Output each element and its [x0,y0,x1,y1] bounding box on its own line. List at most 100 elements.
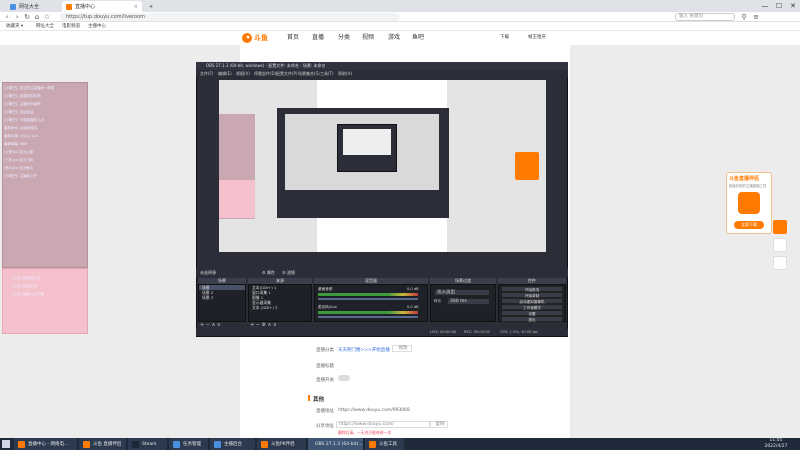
obs-menu-help[interactable]: 帮助(H) [338,70,352,77]
mixer-channel-name: 桌面音频 [318,287,333,291]
exit-button[interactable]: 退出 [501,316,563,322]
nav-live[interactable]: 直播 [312,31,324,45]
add-icon[interactable]: + [250,322,254,328]
source-toolbar: + − ⚙ ∧ ∨ [248,322,312,328]
nav-video[interactable]: 视频 [362,31,374,45]
obs-menu-file[interactable]: 文件(F) [200,70,213,77]
taskbar-clock[interactable]: 11:05 2022/4/27 [756,438,796,450]
modify-category-button[interactable]: 修改 [392,345,412,352]
nav-home[interactable]: 首页 [287,31,299,45]
taskbar-item-label: 直播中心 - 网络电... [28,442,69,447]
tab-nav-directory[interactable]: 网址大全 [6,1,43,12]
back-icon[interactable]: ‹ [3,12,11,22]
duration-input[interactable]: 300 ms [447,298,490,305]
remove-icon[interactable]: − [206,322,210,328]
down-icon[interactable]: ∨ [217,322,221,328]
user-name[interactable]: 帧王哈庆 [528,31,546,45]
taskbar-item[interactable]: 任务管理 [169,438,209,450]
danmaku-line: 最新粉丝: 欢迎新朋友 [4,126,38,130]
danmaku-line: [鱼丸]xx 送出鱼丸 [4,166,33,170]
close-window-button[interactable]: ✕ [786,0,800,12]
taskbar-item[interactable]: 斗鱼工具 [365,438,405,450]
minimize-button[interactable]: — [758,0,772,12]
sidebar-service-icon[interactable] [773,220,787,234]
add-icon[interactable]: + [200,322,204,328]
section-title: 其他 [313,397,325,403]
obs-title-bar[interactable]: OBS 27.1.3 (64-bit, windows) - 配置文件: 未命名… [196,62,568,70]
refresh-icon[interactable]: ↻ [23,12,31,22]
download-link[interactable]: 下载 [500,31,509,45]
source-item[interactable]: 文本 (GDI+) 2 [249,305,311,310]
app-icon [261,440,268,448]
home-icon[interactable]: ⌂ [33,12,41,22]
danmaku-line: [小尾巴]: 主播好厉害啊 [4,102,41,106]
up-icon[interactable]: ∧ [212,322,216,328]
bookmark-favorites[interactable]: 收藏夹 ▾ [6,23,23,30]
share-label: 分享地址 [316,424,334,429]
taskbar-item[interactable]: Steam [128,438,168,450]
taskbar-item[interactable]: 斗鱼PK伴侣 [257,438,307,450]
bookmark-directory[interactable]: 网址大全 [36,23,54,30]
obs-menu-scene-collection[interactable]: 场景集合(S) [298,70,320,77]
danmaku-line: [飞机]xx 送出飞机 [4,158,33,162]
maximize-button[interactable]: ☐ [772,0,786,12]
browser-nav-bar: ‹ › ↻ ⌂ ☆ https://tup.douyu.com/liveroom… [0,12,800,22]
gear-icon[interactable]: ⚙ [262,322,266,328]
mixer-panel: 桌面音频 0.0 dB 麦克风/Aux 0.0 dB [314,284,428,322]
windows-start-icon[interactable] [2,440,10,448]
promo-card[interactable]: 斗鱼直播伴侣 超级好用的主播直播工具 立即下载 [726,172,772,234]
taskbar-item-label: Steam [142,441,157,447]
mixer-volume-slider[interactable] [318,298,418,300]
nav-category[interactable]: 分类 [338,31,350,45]
mixer-volume-slider[interactable] [318,316,418,318]
douyu-logo[interactable]: 斗鱼 [240,31,276,45]
taskbar-item[interactable]: 直播中心 - 网络电... [14,438,78,450]
address-bar[interactable]: https://tup.douyu.com/liveroom [60,13,400,21]
preview-overlay-b [219,180,255,218]
taskbar-item[interactable]: OBS 27.1.3 (64-bit)... [308,438,364,450]
app-icon [369,440,376,448]
sidebar-home-icon[interactable] [773,238,787,252]
nav-fishbar[interactable]: 鱼吧 [412,31,424,45]
bookmark-movies[interactable]: 电影频道 [62,23,80,30]
star-icon[interactable]: ☆ [43,12,51,22]
obs-menu-tools[interactable]: 工具(T) [320,70,334,77]
share-input[interactable]: https://www.douyu.com/ [336,421,430,428]
obs-menu-docks[interactable]: 停靠部件(D) [254,70,276,77]
live-toggle[interactable] [338,375,350,381]
close-tab-icon[interactable]: × [134,4,138,10]
down-icon[interactable]: ∨ [273,322,277,328]
bookmark-anchor-center[interactable]: 主播中心 [88,23,106,30]
promo-download-button[interactable]: 立即下载 [734,221,764,229]
copy-button[interactable]: 复制 [430,421,448,428]
danmaku-line: [小尾巴]: 感谢送的礼物 [4,94,41,98]
obs-menu-profile[interactable]: 配置文件(P) [276,70,298,77]
taskbar-item[interactable]: 斗鱼 直播伴侣 [79,438,127,450]
promo-title: 斗鱼直播伴侣 [729,176,760,182]
taskbar-item[interactable]: 主播后台 [210,438,256,450]
filters-button[interactable]: ☰ 滤镜 [282,268,295,277]
forward-icon[interactable]: › [13,12,21,22]
remove-icon[interactable]: − [256,322,260,328]
taskbar-item-label: 任务管理 [183,442,201,447]
tab-live-center[interactable]: 直播中心 × [62,1,142,12]
taskbar-item-label: 主播后台 [224,442,242,447]
bookmarks-bar: 收藏夹 ▾ 网址大全 电影频道 主播中心 [0,22,800,31]
obs-preview[interactable] [219,80,546,265]
taskbar-item-label: 斗鱼工具 [379,442,397,447]
plus-icon: + [149,3,154,10]
up-icon[interactable]: ∧ [268,322,272,328]
scene-item[interactable]: 场景 3 [199,295,245,300]
menu-icon[interactable]: ≡ [752,12,760,22]
search-input[interactable]: 输入 关键词 [675,13,735,21]
obs-menu-edit[interactable]: 编辑(E) [218,70,232,77]
properties-button[interactable]: ⚙ 属性 [262,268,275,277]
transition-select[interactable]: 淡入淡出 [434,289,490,296]
controls-dock: 控件 开始推流 开始录制 启动虚拟摄像机 工作室模式 设置 退出 [498,278,566,322]
extension-icon[interactable]: ⚲ [740,12,748,22]
new-tab-button[interactable]: + [145,1,157,12]
sidebar-share-icon[interactable] [773,256,787,270]
category-value[interactable]: 天天明门楼>>>开始直播 [338,347,390,353]
obs-menu-view[interactable]: 视图(V) [236,70,250,77]
nav-game[interactable]: 游戏 [388,31,400,45]
